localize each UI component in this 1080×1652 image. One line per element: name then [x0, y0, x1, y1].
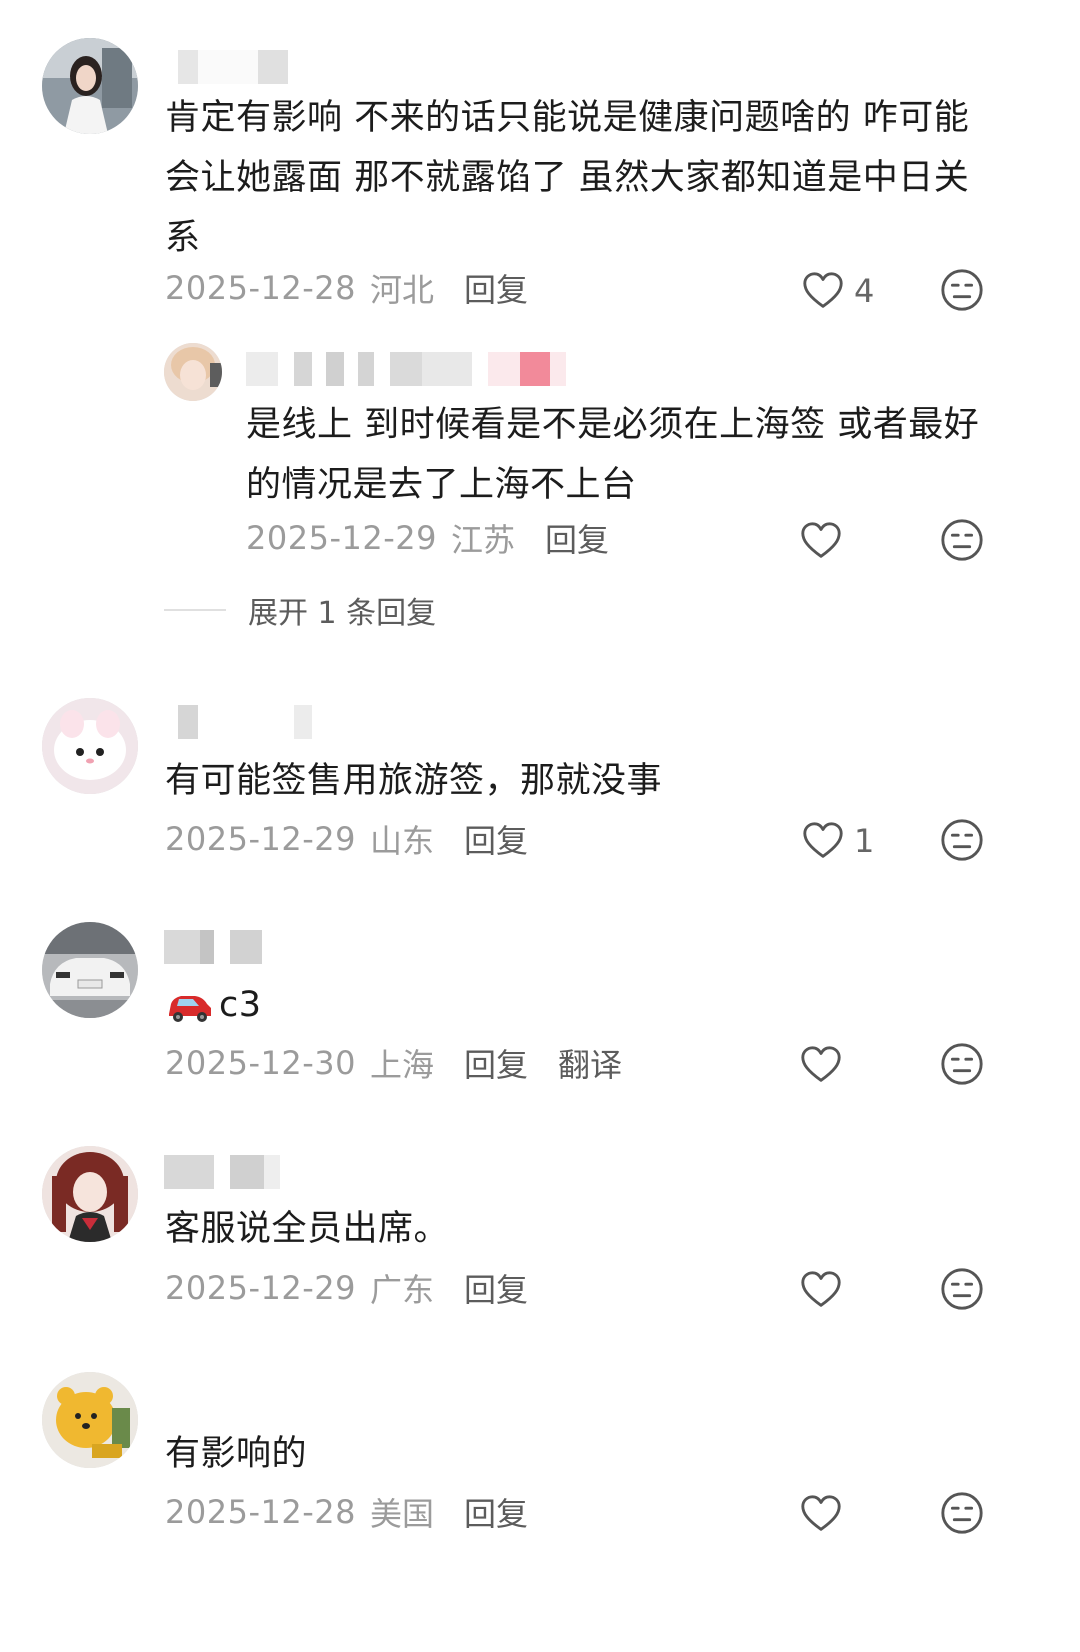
- avatar-image: [42, 1372, 138, 1468]
- heart-outline-icon: [803, 272, 843, 308]
- heart-outline-icon: [801, 1495, 841, 1531]
- like-button[interactable]: 1: [800, 816, 874, 866]
- comment-meta: 2025-12-29 广东 回复: [165, 1266, 528, 1310]
- like-count: 4: [854, 272, 875, 310]
- comment-text-content: c3: [219, 985, 262, 1025]
- dislike-button[interactable]: [939, 267, 985, 313]
- red-car-emoji: [169, 996, 211, 1022]
- reply-button[interactable]: 回复: [464, 265, 528, 311]
- neutral-face-icon: [941, 1492, 983, 1534]
- avatar[interactable]: [42, 38, 138, 134]
- avatar[interactable]: [42, 698, 138, 794]
- dislike-button[interactable]: [939, 1490, 985, 1536]
- username-redacted[interactable]: [164, 930, 262, 964]
- expand-replies-button[interactable]: 展开 1 条回复: [164, 588, 436, 632]
- comment-location: 河北: [369, 271, 434, 309]
- neutral-face-icon: [941, 1268, 983, 1310]
- avatar-image: [42, 1146, 138, 1242]
- divider: [164, 609, 226, 611]
- comment-date: 2025-12-29: [165, 1269, 356, 1307]
- avatar-image: [42, 38, 138, 134]
- like-button[interactable]: [798, 1040, 844, 1090]
- heart-outline-icon: [801, 1046, 841, 1082]
- reply-avatar[interactable]: [164, 343, 222, 401]
- comment-text: 有可能签售用旅游签，那就没事: [165, 761, 663, 801]
- username-redacted[interactable]: [178, 705, 312, 739]
- comment-text: c3: [165, 975, 985, 1035]
- username-redacted[interactable]: [178, 50, 288, 84]
- neutral-face-icon: [941, 819, 983, 861]
- reply-button[interactable]: 回复: [545, 515, 609, 561]
- comment-location: 上海: [369, 1046, 434, 1084]
- neutral-face-icon: [941, 269, 983, 311]
- avatar[interactable]: [42, 1372, 138, 1468]
- avatar-image: [42, 922, 138, 1018]
- reply-username-redacted[interactable]: [246, 352, 566, 386]
- avatar[interactable]: [42, 1146, 138, 1242]
- like-button[interactable]: [798, 516, 844, 566]
- reply-text: 是线上 到时候看是不是必须在上海签 或者最好的情况是去了上海不上台: [246, 405, 980, 505]
- heart-outline-icon: [801, 522, 841, 558]
- comment-date: 2025-12-30: [165, 1044, 356, 1082]
- comment-location: 广东: [369, 1271, 434, 1309]
- heart-outline-icon: [803, 822, 843, 858]
- reply-button[interactable]: 回复: [464, 1265, 528, 1311]
- avatar[interactable]: [42, 922, 138, 1018]
- neutral-face-icon: [941, 1043, 983, 1085]
- comment-meta: 2025-12-28 美国 回复: [165, 1490, 528, 1534]
- reply-meta: 2025-12-29 江苏 回复: [246, 516, 609, 560]
- dislike-button[interactable]: [939, 1266, 985, 1312]
- translate-button[interactable]: 翻译: [558, 1040, 622, 1086]
- reply-button[interactable]: 回复: [464, 1489, 528, 1535]
- comment-date: 2025-12-28: [165, 1493, 356, 1531]
- neutral-face-icon: [941, 519, 983, 561]
- reply-date: 2025-12-29: [246, 519, 437, 557]
- reply-button[interactable]: 回复: [464, 1040, 528, 1086]
- comment-meta: 2025-12-28 河北 回复: [165, 266, 528, 310]
- comment-date: 2025-12-28: [165, 269, 356, 307]
- reply-button[interactable]: 回复: [464, 816, 528, 862]
- dislike-button[interactable]: [939, 817, 985, 863]
- username-redacted[interactable]: [164, 1155, 280, 1189]
- comment-text: 客服说全员出席。: [165, 1209, 450, 1249]
- avatar-image: [42, 698, 138, 794]
- like-button[interactable]: 4: [800, 266, 874, 316]
- avatar-image: [164, 343, 222, 401]
- dislike-button[interactable]: [939, 1041, 985, 1087]
- comment-text: 肯定有影响 不来的话只能说是健康问题啥的 咋可能会让她露面 那不就露馅了 虽然大…: [165, 98, 970, 258]
- expand-replies-label: 展开 1 条回复: [248, 596, 437, 631]
- comment-location: 山东: [369, 822, 434, 860]
- heart-outline-icon: [801, 1271, 841, 1307]
- like-count: 1: [854, 822, 875, 860]
- comment-date: 2025-12-29: [165, 820, 356, 858]
- like-button[interactable]: [798, 1265, 844, 1315]
- reply-location: 江苏: [450, 521, 515, 559]
- like-button[interactable]: [798, 1489, 844, 1539]
- dislike-button[interactable]: [939, 517, 985, 563]
- comment-meta: 2025-12-29 山东 回复: [165, 817, 528, 861]
- comment-meta: 2025-12-30 上海 回复 翻译: [165, 1041, 622, 1085]
- comment-text: 有影响的: [165, 1434, 308, 1474]
- comment-location: 美国: [369, 1495, 434, 1533]
